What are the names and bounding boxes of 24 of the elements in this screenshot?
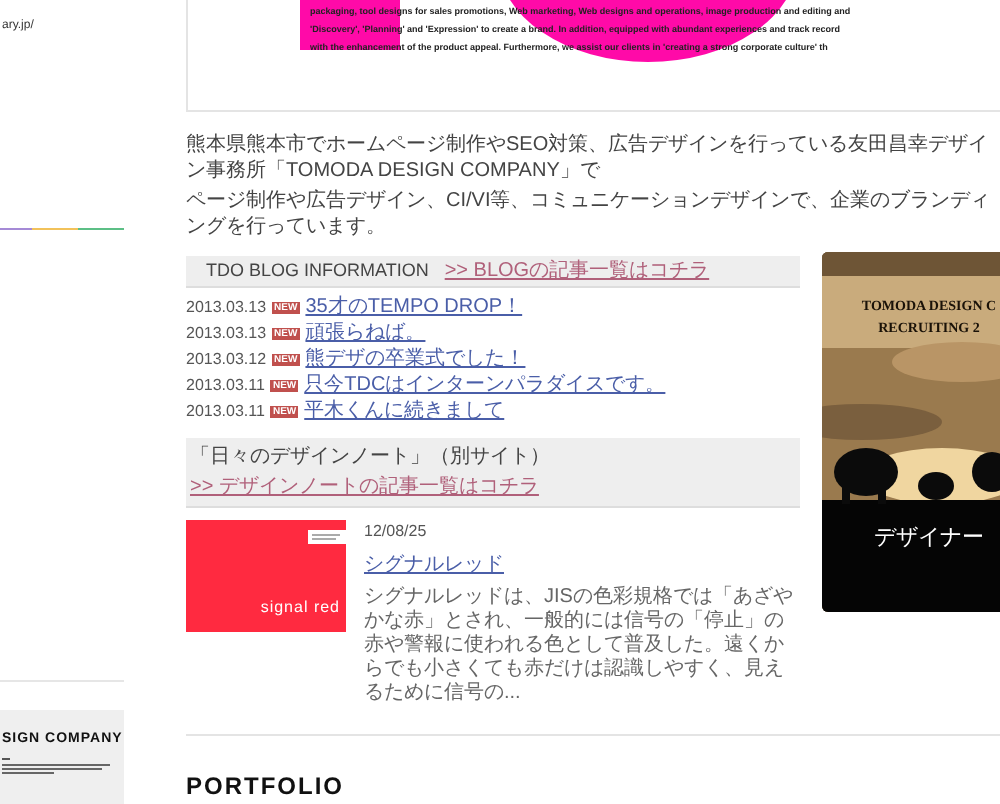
- portfolio-heading: PORTFOLIO: [186, 770, 346, 804]
- intro-paragraph: 熊本県熊本市でホームページ制作やSEO対策、広告デザインを行っている友田昌幸デザイン事務所「TOMODA DESIGN COMPANY」で: [186, 132, 991, 184]
- post-date: 2013.03.11: [186, 373, 265, 397]
- thumbnail-caption: signal red: [260, 596, 340, 620]
- entry-date: 12/08/25: [364, 520, 429, 544]
- post-link[interactable]: 頑張らねば。: [305, 318, 426, 348]
- label-drawing: [308, 530, 346, 544]
- post-date: 2013.03.13: [186, 321, 267, 345]
- text-lines-drawing: [2, 755, 110, 776]
- post-date: 2013.03.13: [186, 295, 267, 319]
- intro-paragraph: ページ制作や広告デザイン、CI/VI等、コミュニケーションデザインで、企業のブランディングを行っています。: [186, 188, 992, 240]
- section-title: TDO BLOG INFORMATION: [206, 257, 429, 284]
- entry-excerpt: シグナルレッドは、JISの色彩規格では「あざやかな赤」とされ、一般的には信号の「停止」の赤や警報に使われる色として普及した。遠くからでも小さくても赤だけは認識しやすく、見えるために信号の...: [364, 586, 795, 706]
- section-title: 「日々のデザインノート」（別サイト）: [190, 443, 550, 472]
- more-link[interactable]: >> デザインノートの記事一覧はコチラ: [190, 472, 539, 502]
- post-link[interactable]: 平木くんに続きまして: [304, 396, 505, 426]
- post-link[interactable]: 35才のTEMPO DROP！: [305, 292, 523, 322]
- post-date: 2013.03.11: [186, 399, 265, 423]
- entry-title-link[interactable]: シグナルレッド: [364, 550, 800, 580]
- banner-caption: デザイナー: [874, 522, 984, 554]
- post-link[interactable]: 只今TDCはインターンパラダイスです。: [304, 370, 666, 400]
- more-link[interactable]: >> BLOGの記事一覧はコチラ: [444, 256, 710, 286]
- post-link[interactable]: 熊デザの卒業式でした！: [305, 344, 526, 374]
- post-date: 2013.03.12: [186, 347, 267, 371]
